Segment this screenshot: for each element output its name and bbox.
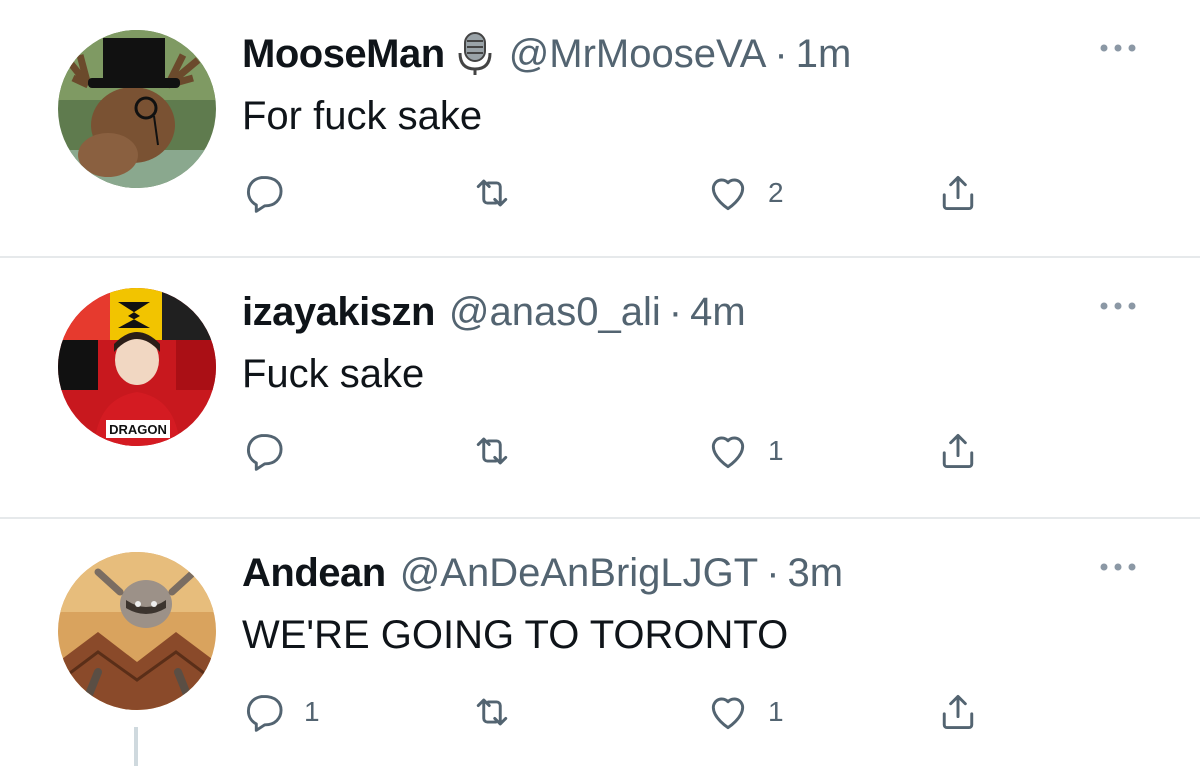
handle[interactable]: @anas0_ali [449, 286, 661, 338]
reply-count: 1 [304, 696, 320, 727]
retweet-button[interactable] [470, 426, 532, 476]
more-options-button[interactable] [1096, 38, 1140, 58]
display-name[interactable]: izayakiszn [242, 286, 435, 338]
timestamp[interactable]: 1m [796, 28, 852, 80]
retweet-button[interactable] [470, 687, 532, 737]
retweet-icon [476, 698, 508, 726]
action-bar: 1 [242, 426, 1002, 476]
avatar[interactable]: DRAGON [58, 288, 216, 446]
moose-avatar-icon [58, 30, 216, 188]
tweet[interactable]: Andean @AnDeAnBrigLJGT · 3m WE'RE GOING … [0, 519, 1200, 766]
more-icon [1100, 302, 1136, 310]
thread-line [134, 727, 138, 766]
reply-icon [246, 433, 283, 471]
avatar[interactable] [58, 552, 216, 710]
more-icon [1100, 563, 1136, 571]
separator: · [766, 551, 780, 595]
like-button[interactable]: 1 [706, 426, 784, 476]
timestamp[interactable]: 3m [788, 547, 844, 599]
retweet-icon [476, 437, 508, 465]
reply-button[interactable] [242, 168, 304, 218]
like-count: 1 [768, 435, 784, 466]
retweet-icon [476, 179, 508, 207]
share-button[interactable] [936, 426, 980, 476]
heart-icon [711, 436, 745, 469]
retweet-button[interactable] [470, 168, 532, 218]
handle[interactable]: @AnDeAnBrigLJGT [400, 547, 759, 599]
reply-button[interactable] [242, 426, 304, 476]
heart-icon [711, 697, 745, 730]
share-icon [942, 175, 974, 211]
raccoon-avatar-icon [58, 552, 216, 710]
share-icon [942, 433, 974, 469]
svg-text:DRAGON: DRAGON [109, 422, 167, 437]
like-count: 1 [768, 696, 784, 727]
action-bar: 2 [242, 168, 1002, 218]
like-count: 2 [768, 177, 784, 208]
more-options-button[interactable] [1096, 557, 1140, 577]
display-name[interactable]: Andean [242, 547, 386, 599]
separator: · [774, 32, 788, 76]
tweet[interactable]: DRAGON izayakiszn @anas0_ali · 4m Fuck s… [0, 258, 1200, 518]
share-icon [942, 694, 974, 730]
like-button[interactable]: 1 [706, 687, 784, 737]
avatar[interactable] [58, 30, 216, 188]
reply-icon [246, 175, 283, 213]
display-name[interactable]: MooseMan [242, 28, 445, 80]
reply-icon [246, 694, 283, 732]
action-bar: 1 1 [242, 687, 1002, 737]
handle[interactable]: @MrMooseVA [509, 28, 767, 80]
separator: · [668, 290, 683, 334]
like-button[interactable]: 2 [706, 168, 784, 218]
dragons-avatar-icon: DRAGON [58, 288, 216, 446]
tweet-text: WE'RE GOING TO TORONTO [242, 613, 789, 657]
share-button[interactable] [936, 687, 980, 737]
more-icon [1100, 44, 1136, 52]
tweet-text: For fuck sake [242, 94, 483, 138]
timestamp[interactable]: 4m [690, 286, 746, 338]
tweet[interactable]: MooseMan @MrMooseVA · 1m For fuck sake 2 [0, 0, 1200, 257]
tweet-text: Fuck sake [242, 352, 425, 396]
share-button[interactable] [936, 168, 980, 218]
microphone-icon [458, 32, 492, 75]
reply-button[interactable]: 1 [242, 687, 320, 737]
more-options-button[interactable] [1096, 296, 1140, 316]
heart-icon [711, 178, 745, 211]
